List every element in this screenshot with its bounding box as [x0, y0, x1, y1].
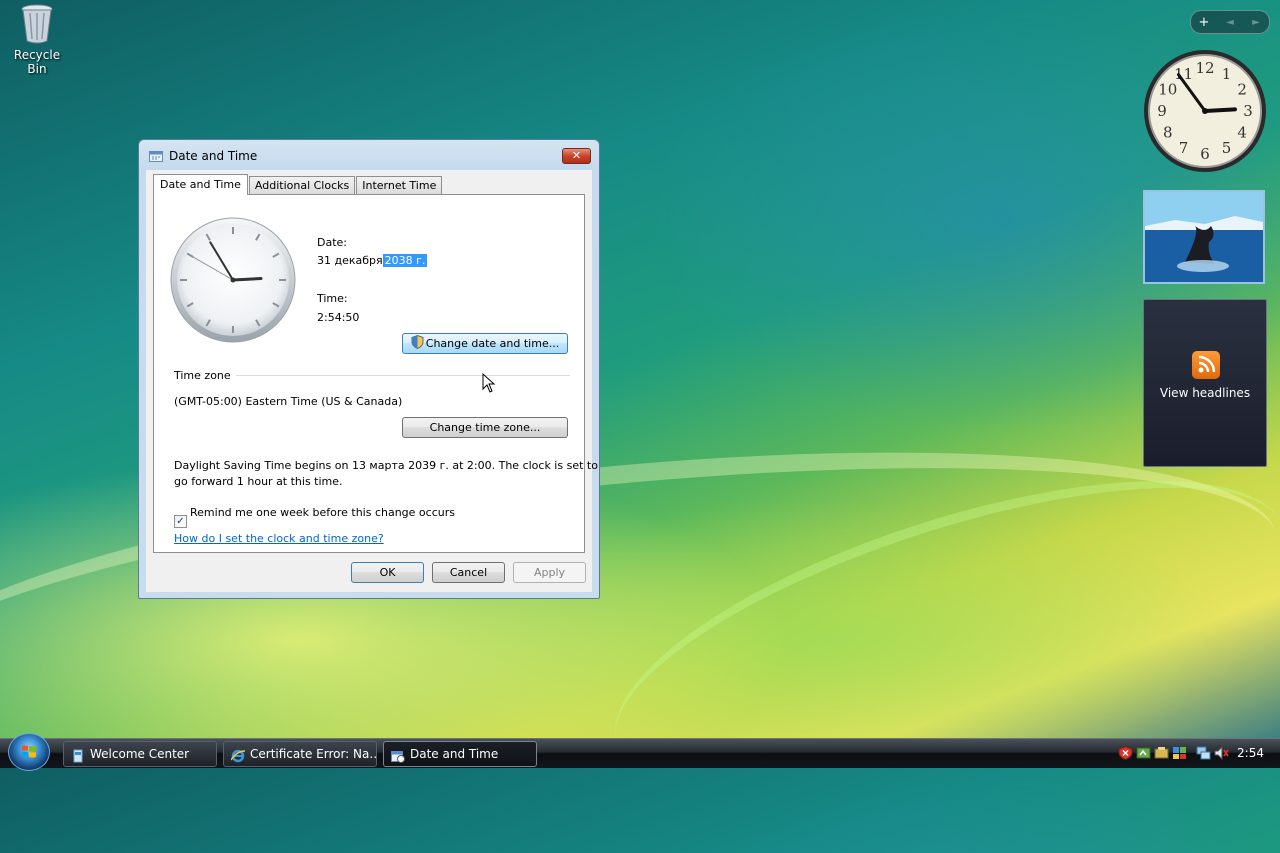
time-label: Time: [317, 292, 348, 305]
task-label: Welcome Center [90, 747, 190, 761]
clock-numeral: 2 [1237, 81, 1247, 99]
feed-headlines-gadget[interactable]: View headlines [1143, 299, 1267, 467]
task-label: Certificate Error: Na... [250, 747, 377, 761]
recycle-bin-shortcut[interactable]: Recycle Bin [4, 2, 70, 76]
taskbar-clock[interactable]: 2:54 [1237, 746, 1264, 760]
date-time-dialog: Date and Time ✕ Date and Time Additional… [138, 139, 600, 599]
remind-checkbox-label[interactable]: Remind me one week before this change oc… [190, 506, 455, 519]
change-time-zone-button[interactable]: Change time zone... [402, 417, 568, 438]
taskbar-button-welcome-center[interactable]: Welcome Center [63, 741, 217, 767]
change-date-time-label: Change date and time... [425, 337, 560, 350]
date-time-icon [391, 747, 405, 763]
clock-numeral: 10 [1158, 81, 1177, 99]
date-label: Date: [317, 236, 347, 249]
clock-numeral: 8 [1163, 124, 1173, 142]
dst-info-line2: go forward 1 hour at this time. [174, 475, 343, 488]
previous-page-button[interactable]: ◄ [1217, 17, 1243, 28]
tab-internet-time[interactable]: Internet Time [356, 176, 443, 194]
taskbar: Welcome Center Certificate Error: Na... … [0, 733, 1280, 771]
tab-additional-clocks[interactable]: Additional Clocks [248, 176, 356, 194]
dst-info-line1: Daylight Saving Time begins on 13 марта … [174, 459, 598, 472]
clock-numeral: 6 [1200, 145, 1210, 163]
clock-numeral: 1 [1222, 65, 1232, 83]
date-value: 31 декабря 2038 г. [317, 254, 428, 267]
group-divider [236, 375, 570, 376]
taskbar-button-date-and-time[interactable]: Date and Time [383, 741, 537, 767]
tab-date-and-time[interactable]: Date and Time [153, 174, 248, 195]
clock-gadget[interactable]: 12 1 2 3 4 5 6 7 8 9 10 11 [1142, 48, 1268, 174]
windows-logo-icon [22, 745, 36, 758]
welcome-center-icon [71, 747, 85, 763]
tab-panel: Date: 31 декабря 2038 г. Time: 2:54:50 Ch… [153, 194, 598, 553]
network-icon[interactable] [1196, 746, 1211, 760]
sidebar-toolbar: + ◄ ► [1190, 10, 1270, 34]
ok-button[interactable]: OK [351, 562, 424, 583]
time-value: 2:54:50 [317, 311, 360, 324]
notification-area: 2:54 [1112, 739, 1280, 768]
security-alert-icon[interactable] [1118, 745, 1133, 761]
add-gadget-button[interactable]: + [1191, 15, 1217, 30]
uac-shield-icon [411, 334, 424, 350]
taskbar-button-certificate-error[interactable]: Certificate Error: Na... [223, 741, 377, 767]
dialog-titlebar[interactable]: Date and Time ✕ [139, 140, 599, 170]
close-button[interactable]: ✕ [562, 148, 591, 164]
whale-tail-photo [1145, 192, 1263, 282]
clock-numeral: 5 [1222, 139, 1232, 157]
internet-explorer-icon [230, 747, 246, 763]
sidebar-tray-icon[interactable] [1136, 746, 1151, 760]
windows-update-icon[interactable] [1172, 746, 1187, 760]
recycle-bin-label: Recycle Bin [13, 48, 61, 76]
apply-button[interactable]: Apply [513, 562, 586, 583]
time-zone-heading: Time zone [174, 369, 231, 382]
analog-clock [170, 217, 296, 343]
remind-checkbox[interactable]: ✓ [174, 515, 187, 528]
recycle-bin-icon [20, 4, 54, 44]
date-value-text: 31 декабря [317, 254, 383, 267]
change-date-time-button[interactable]: Change date and time... [402, 333, 568, 354]
view-headlines-link[interactable]: View headlines [1144, 386, 1266, 400]
clock-numeral: 9 [1157, 102, 1167, 120]
mouse-pointer-icon [482, 372, 496, 393]
help-link[interactable]: How do I set the clock and time zone? [174, 532, 384, 545]
tab-strip: Date and Time Additional Clocks Internet… [153, 174, 443, 195]
cancel-button[interactable]: Cancel [432, 562, 505, 583]
task-label: Date and Time [410, 747, 499, 761]
dialog-title: Date and Time [169, 149, 258, 163]
slideshow-gadget[interactable] [1143, 190, 1265, 284]
clock-numeral: 3 [1243, 102, 1253, 120]
clock-numeral: 12 [1195, 59, 1214, 77]
next-page-button[interactable]: ► [1243, 17, 1269, 28]
start-button[interactable] [8, 733, 50, 771]
update-tray-icon[interactable] [1154, 746, 1169, 760]
rss-icon [1192, 351, 1220, 379]
time-zone-value: (GMT-05:00) Eastern Time (US & Canada) [174, 395, 403, 408]
date-value-selection[interactable]: 2038 г. [382, 254, 428, 267]
volume-muted-icon[interactable] [1214, 745, 1229, 761]
clock-numeral: 7 [1179, 139, 1189, 157]
dialog-client: Date and Time Additional Clocks Internet… [146, 170, 598, 592]
date-time-icon [149, 150, 163, 162]
clock-numeral: 4 [1237, 124, 1247, 142]
